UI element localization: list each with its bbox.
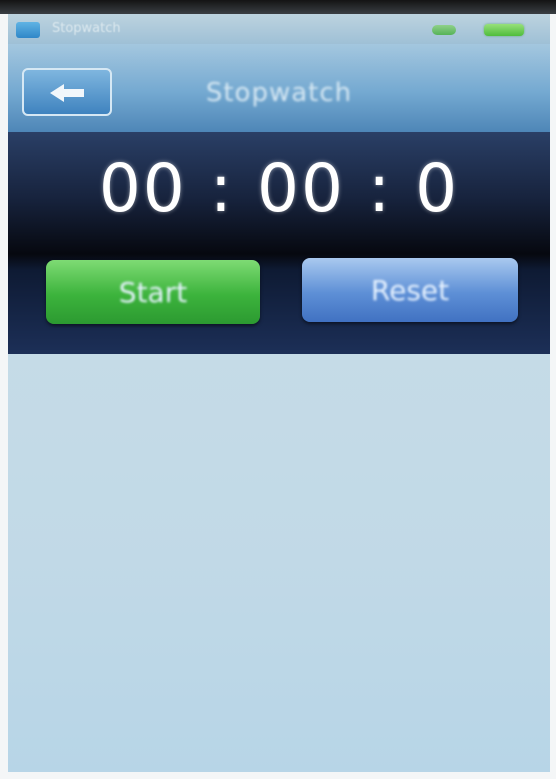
battery-icon	[484, 24, 524, 36]
reset-button-label: Reset	[370, 274, 450, 307]
content-area	[8, 354, 550, 772]
device-frame: Stopwatch Stopwatch 00 : 00 : 0 Start Re…	[0, 0, 556, 779]
timer-panel: 00 : 00 : 0 Start Reset	[8, 132, 550, 354]
screen: Stopwatch Stopwatch 00 : 00 : 0 Start Re…	[8, 14, 550, 772]
timer-display: 00 : 00 : 0	[98, 150, 460, 227]
start-button[interactable]: Start	[46, 260, 260, 324]
status-bar: Stopwatch	[8, 14, 550, 44]
reset-button[interactable]: Reset	[302, 258, 518, 322]
device-top-edge	[0, 0, 556, 14]
start-button-label: Start	[118, 276, 188, 309]
page-title: Stopwatch	[205, 78, 353, 108]
signal-icon	[432, 25, 456, 35]
status-bar-text: Stopwatch	[52, 21, 121, 36]
title-bar: Stopwatch	[8, 44, 550, 132]
app-icon	[16, 22, 40, 38]
